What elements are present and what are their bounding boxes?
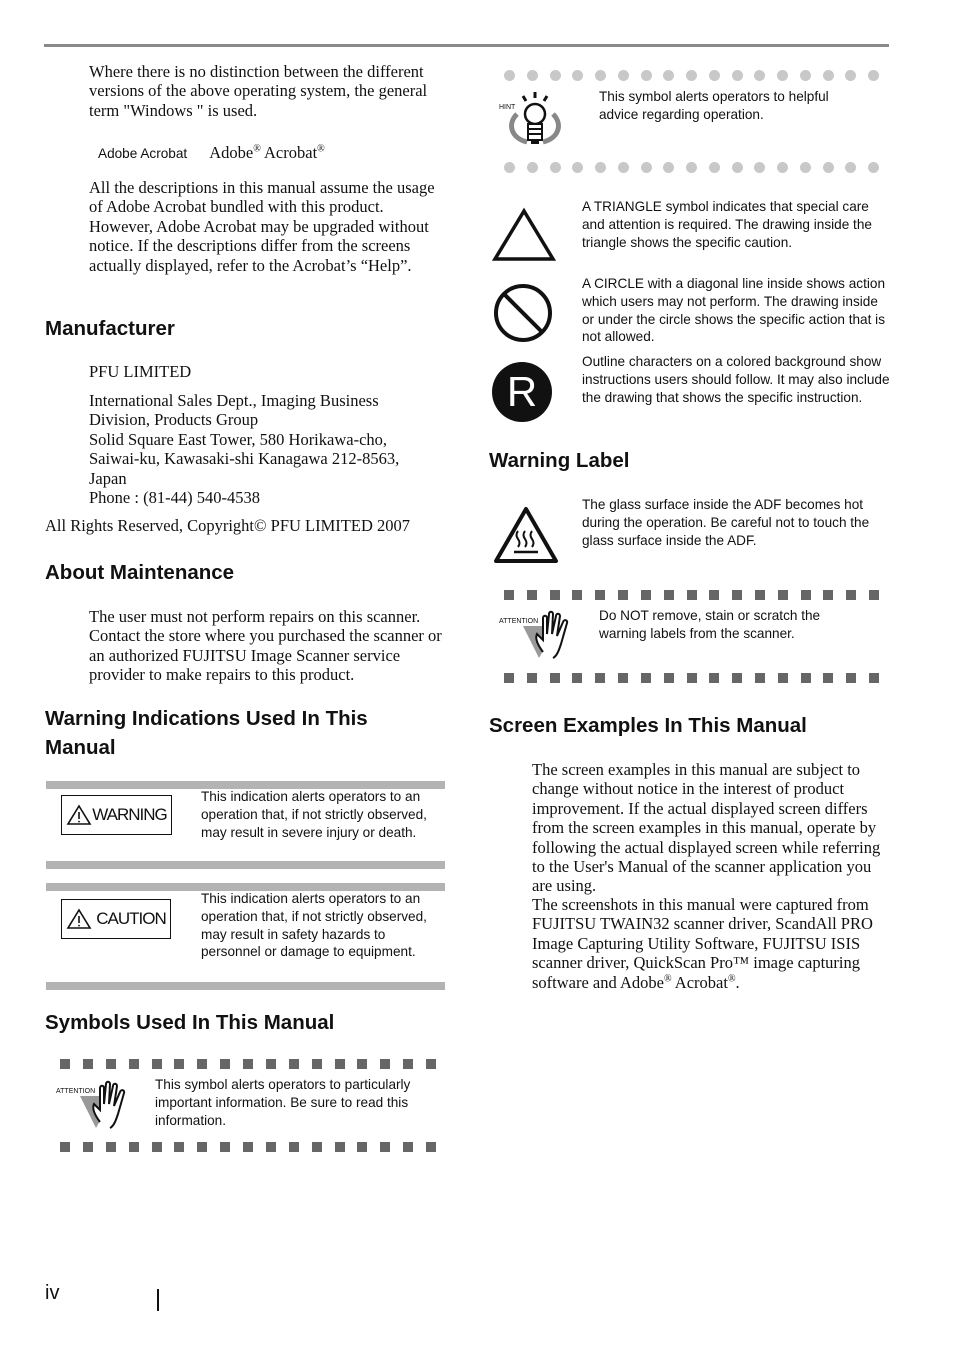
hot-surface-icon xyxy=(494,507,558,563)
hint-icon: HINT xyxy=(499,90,565,148)
lightbulb-icon xyxy=(509,92,561,145)
triangle-icon xyxy=(492,207,556,261)
label-attention-description: Do NOT remove, stain or scratch the warn… xyxy=(599,608,821,641)
hot-surface-description: The glass surface inside the ADF becomes… xyxy=(582,497,870,548)
manufacturer-heading: Manufacturer xyxy=(45,317,175,340)
company-address: International Sales Dept., Imaging Busin… xyxy=(89,391,400,508)
acrobat-term-label: Adobe Acrobat xyxy=(98,146,188,161)
warning-label-box: WARNING xyxy=(61,795,172,835)
triangle-description: A TRIANGLE symbol indicates that special… xyxy=(582,199,872,250)
caution-label-box: CAUTION xyxy=(61,899,171,939)
hint-top-divider xyxy=(504,70,879,81)
warning-description: This indication alerts operators to an o… xyxy=(201,789,427,840)
acrobat-paragraph: All the descriptions in this manual assu… xyxy=(89,178,435,275)
label-attention-bottom-divider xyxy=(504,673,879,683)
warning-indications-heading: Warning Indications Used In This Manual xyxy=(45,707,368,759)
attention-description: This symbol alerts operators to particul… xyxy=(155,1077,411,1128)
screenshots-source-paragraph: The screenshots in this manual were capt… xyxy=(532,895,873,992)
warning-bottom-bar xyxy=(46,861,445,869)
instruction-description: Outline characters on a colored backgrou… xyxy=(582,354,890,405)
attention-top-divider xyxy=(60,1059,436,1069)
label-attention-icon: ATTENTION xyxy=(499,608,579,660)
attention-icon: ATTENTION xyxy=(56,1078,136,1130)
hint-description: This symbol alerts operators to helpful … xyxy=(599,89,829,122)
prohibited-description: A CIRCLE with a diagonal line inside sho… xyxy=(582,276,886,345)
hint-bottom-divider xyxy=(504,162,879,173)
caution-description: This indication alerts operators to an o… xyxy=(201,891,427,960)
attention-hand-icon xyxy=(80,1080,126,1129)
prohibited-icon xyxy=(494,284,552,342)
screen-examples-heading: Screen Examples In This Manual xyxy=(489,714,807,737)
attention-hand-icon xyxy=(523,610,569,659)
page-number: iv xyxy=(45,1282,60,1304)
attention-bottom-divider xyxy=(60,1142,436,1152)
copyright-notice: All Rights Reserved, Copyright© PFU LIMI… xyxy=(45,516,410,535)
company-name: PFU LIMITED xyxy=(89,362,192,381)
screen-examples-paragraph: The screen examples in this manual are s… xyxy=(532,760,881,896)
label-attention-top-divider xyxy=(504,590,879,600)
warning-triangle-icon xyxy=(66,804,92,825)
maintenance-paragraph: The user must not perform repairs on thi… xyxy=(89,607,442,685)
top-rule xyxy=(44,44,889,47)
warning-label-heading: Warning Label xyxy=(489,449,630,472)
instruction-r-icon: R xyxy=(492,362,552,422)
acrobat-term-row: Adobe Acrobat Adobe® Acrobat® xyxy=(98,143,325,163)
symbols-heading: Symbols Used In This Manual xyxy=(45,1011,335,1034)
intro-paragraph: Where there is no distinction between th… xyxy=(89,62,428,120)
footer-divider xyxy=(157,1289,159,1311)
maintenance-heading: About Maintenance xyxy=(45,561,235,584)
caution-bottom-bar xyxy=(46,982,445,990)
acrobat-full-name: Adobe® Acrobat® xyxy=(209,143,325,162)
caution-triangle-icon xyxy=(66,908,92,929)
